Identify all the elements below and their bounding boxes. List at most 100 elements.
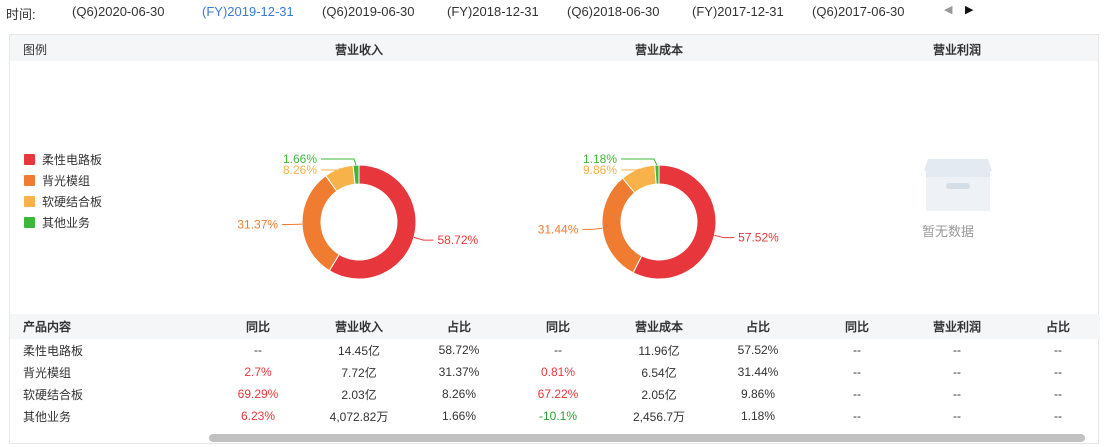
column-header: 营业成本 [634,320,684,334]
table-cell: 2,456.7万 [632,409,686,424]
period-bar: 时间: (Q6)2020-06-30 (FY)2019-12-31 (Q6)20… [0,0,1108,24]
table-row: 其他业务 6.23% 4,072.82万 1.66% -10.1% 2,456.7万 1.1… [10,405,1100,427]
table-cell: 0.81% [540,365,576,379]
table-cell: 7.72亿 [341,365,377,380]
table-body: 柔性电路板 -- 14.45亿 58.72% -- 11.96亿 57.52% -- -- -- 背… [10,339,1100,427]
column-header: 营业收入 [334,320,384,334]
table-cell: 31.37% [438,365,480,379]
chart-title-revenue: 营业收入 [334,43,384,57]
row-label: 软硬结合板 [23,387,84,402]
legend-label: 柔性电路板 [42,153,103,167]
slice-label: 1.66% [283,152,317,166]
legend-swatch [24,175,35,186]
period-tab[interactable]: (FY)2017-12-31 [692,4,784,19]
period-tab-active[interactable]: (FY)2019-12-31 [202,4,294,19]
column-header: 同比 [545,320,571,334]
label-leader-line [413,236,434,241]
column-header: 占比 [745,320,771,334]
chart-title-profit: 营业利润 [932,43,982,57]
legend-swatch [24,217,35,228]
table-row: 背光模组 2.7% 7.72亿 31.37% 0.81% 6.54亿 31.44% -- -- -… [10,361,1100,383]
row-label: 柔性电路板 [23,343,84,358]
table-cell: 31.44% [737,365,779,379]
caret-left-icon[interactable]: ◀ [944,3,952,16]
column-header: 营业利润 [932,320,982,334]
caret-right-icon[interactable]: ▶ [965,3,973,16]
table-cell: 11.96亿 [638,343,680,358]
table-cell: 2.05亿 [641,387,677,402]
legend-item[interactable]: 其他业务 [24,212,102,233]
cost-donut-chart: 57.52%31.44%9.86%1.18% [538,152,779,280]
label-leader-line [321,158,357,166]
table-cell: -- [953,365,961,379]
slice-label: 57.52% [738,231,779,245]
legend-swatch [24,154,35,165]
table-cell: -- [853,387,861,401]
slice-label: 58.72% [438,233,479,247]
row-label: 背光模组 [23,365,72,380]
slice-label: 31.37% [237,218,278,232]
column-header: 占比 [1045,320,1071,334]
table-cell: -- [554,343,562,357]
table-cell: -- [1054,343,1062,357]
legend-item[interactable]: 背光模组 [24,170,102,191]
table-cell: 9.86% [740,387,776,401]
table-cell: -- [1054,365,1062,379]
column-header: 产品内容 [23,320,72,334]
chart-legend: 柔性电路板 背光模组 软硬结合板 其他业务 [24,149,102,233]
scrollbar-thumb[interactable] [209,434,1085,442]
period-label: 时间: [6,7,36,22]
table-cell: -- [853,409,861,423]
period-tab[interactable]: (Q6)2018-06-30 [567,4,660,19]
panel-header: 图例 营业收入 营业成本 营业利润 [10,35,1098,61]
label-leader-line [714,234,735,239]
legend-swatch [24,196,35,207]
table-cell: 57.52% [737,343,779,357]
composition-table: 产品内容 同比 营业收入 占比 同比 营业成本 占比 同比 营业利润 占比 柔性… [10,314,1100,427]
table-row: 柔性电路板 -- 14.45亿 58.72% -- 11.96亿 57.52% -- -- -- [10,339,1100,361]
label-leader-line [582,227,603,230]
table-cell: 4,072.82万 [329,409,389,424]
empty-state-text: 暂无数据 [921,224,975,239]
table-cell: 2.7% [244,365,272,379]
period-tab[interactable]: (Q6)2017-06-30 [812,4,905,19]
label-leader-line [621,158,658,166]
table-cell: -- [1054,387,1062,401]
table-cell: -- [853,343,861,357]
empty-box-icon [924,159,992,211]
column-header: 同比 [844,320,870,334]
column-header: 同比 [245,320,271,334]
period-tab[interactable]: (Q6)2020-06-30 [72,4,165,19]
legend-title: 图例 [23,43,48,57]
column-header: 占比 [446,320,472,334]
chart-title-cost: 营业成本 [634,43,684,57]
donut-slice[interactable] [301,175,340,272]
table-cell: 58.72% [438,343,480,357]
slice-label: 1.18% [583,152,617,166]
table-cell: -- [953,343,961,357]
table-cell: 6.54亿 [641,365,677,380]
table-header: 产品内容 同比 营业收入 占比 同比 营业成本 占比 同比 营业利润 占比 [10,314,1100,339]
table-cell: -- [1054,409,1062,423]
table-cell: 67.22% [537,387,579,401]
revenue-donut-chart: 58.72%31.37%8.26%1.66% [237,152,479,280]
legend-label: 背光模组 [42,174,91,188]
table-cell: 69.29% [237,387,279,401]
row-label: 其他业务 [23,409,72,424]
table-cell: -- [254,343,262,357]
legend-label: 软硬结合板 [42,195,103,209]
table-cell: 2.03亿 [341,387,377,402]
table-cell: -- [853,365,861,379]
table-row: 软硬结合板 69.29% 2.03亿 8.26% 67.22% 2.05亿 9.86% -- -… [10,383,1100,405]
table-cell: 8.26% [441,387,477,401]
table-cell: 6.23% [240,409,276,423]
legend-item[interactable]: 软硬结合板 [24,191,102,212]
legend-item[interactable]: 柔性电路板 [24,149,102,170]
slice-label: 31.44% [538,222,579,236]
table-cell: -- [953,409,961,423]
period-tab[interactable]: (Q6)2019-06-30 [322,4,415,19]
horizontal-scrollbar[interactable] [10,433,1100,443]
period-tab[interactable]: (FY)2018-12-31 [447,4,539,19]
table-cell: -10.1% [538,409,578,423]
composition-panel: 图例 营业收入 营业成本 营业利润 柔性电路板 背光模组 软硬结合板 其他业务 … [9,34,1100,444]
